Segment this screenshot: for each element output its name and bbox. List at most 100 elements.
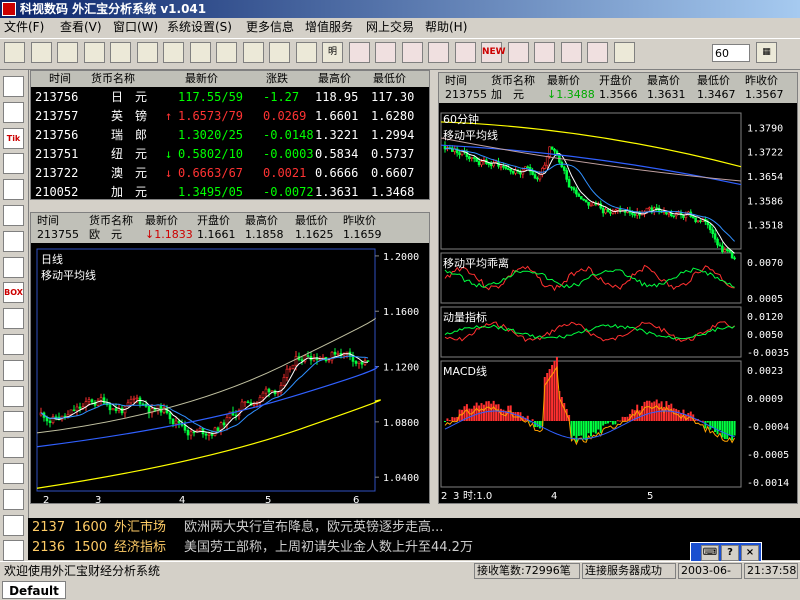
cad-candle: [694, 217, 697, 222]
macd-bar: [480, 403, 483, 421]
macd-bar: [587, 421, 590, 434]
eur-xtick-label: 3: [95, 495, 101, 504]
up-arrow-icon[interactable]: [375, 42, 396, 63]
settings-icon[interactable]: [613, 42, 635, 63]
window-icon[interactable]: [242, 42, 264, 63]
menu-view[interactable]: 查看(V): [60, 18, 102, 37]
print-preview-icon[interactable]: [163, 42, 184, 63]
macd-bar: [580, 421, 583, 436]
news-item[interactable]: 2137 1600 外汇市场 欧洲两大央行宣布降息，欧元英镑逐步走高...: [28, 518, 800, 538]
menu-online-trade[interactable]: 网上交易: [366, 18, 414, 37]
tik-icon[interactable]: Tik: [3, 127, 24, 149]
frame-icon[interactable]: [587, 42, 608, 63]
table-icon[interactable]: [401, 42, 423, 63]
eur-candle: [186, 429, 190, 436]
col-high[interactable]: 最高价: [318, 71, 351, 87]
new-badge-icon[interactable]: NEW: [481, 42, 506, 63]
quote-row[interactable]: 213756 瑞 郎 1.3020/25 -0.0148 1.3221 1.2994: [31, 126, 429, 145]
cad-candle: [584, 199, 588, 203]
bar-chart-icon[interactable]: [3, 514, 24, 536]
copy-icon[interactable]: [83, 42, 105, 63]
quote-arrow: ↓: [165, 147, 173, 161]
eur-xtick-label: 2: [43, 495, 49, 504]
triangle-icon[interactable]: [3, 256, 24, 278]
minus-icon[interactable]: [3, 463, 24, 484]
tab-default[interactable]: Default: [2, 581, 66, 599]
cad-candle: [589, 204, 593, 207]
ming-icon[interactable]: 明: [322, 42, 343, 63]
zoom-in-icon[interactable]: [3, 385, 24, 407]
save-icon[interactable]: [57, 42, 78, 63]
eur-candle: [174, 420, 178, 425]
cad-multi-chart[interactable]: 1.3790 1.3722 1.3654 1.3586 1.3518 0.0070 0.00…: [439, 103, 798, 504]
close-icon[interactable]: ×: [741, 545, 759, 561]
zoom-out-icon[interactable]: [3, 411, 24, 433]
quote-row[interactable]: 213756 日 元 117.55/59 -1.27 118.95 117.30: [31, 88, 429, 107]
eur-candle: [120, 407, 124, 414]
eur-candle: [327, 359, 331, 362]
chart-icon[interactable]: [3, 488, 24, 510]
buy-icon[interactable]: [507, 42, 529, 63]
quote-last: 1.6573/79: [178, 109, 244, 123]
col-change[interactable]: 涨跌: [266, 71, 288, 87]
cad-candle: [548, 146, 551, 157]
keyboard-icon[interactable]: ⌨: [701, 545, 719, 561]
period-select[interactable]: 60: [712, 44, 750, 62]
trend-icon[interactable]: [3, 153, 24, 175]
plus-icon[interactable]: [3, 437, 24, 459]
sell-icon[interactable]: [534, 42, 555, 63]
quote-row[interactable]: 213751 纽 元 ↓ 0.5802/10 -0.0003 0.5834 0.5737: [31, 145, 429, 164]
news-item[interactable]: 2136 1500 经济指标 美国劳工部称，上周初请失业金人数上升至44.2万: [28, 538, 800, 558]
delete-icon[interactable]: [189, 42, 211, 63]
zoom-icon[interactable]: [454, 42, 476, 63]
grid-view-icon[interactable]: ▦: [756, 42, 777, 63]
paste-icon[interactable]: [110, 42, 131, 63]
macd-bar: [611, 421, 614, 425]
clock-icon[interactable]: [428, 42, 449, 63]
grid-icon[interactable]: [295, 42, 317, 63]
quote-row[interactable]: 213757 英 镑 ↑ 1.6573/79 0.0269 1.6601 1.6280: [31, 107, 429, 126]
alert-icon[interactable]: [560, 42, 582, 63]
export-icon[interactable]: [216, 42, 237, 63]
cad-candle: [472, 157, 476, 159]
indicator-ytick-label: 0.0070: [747, 258, 783, 269]
list-icon[interactable]: [269, 42, 290, 63]
channel-icon[interactable]: [3, 179, 24, 201]
eur-candle: [156, 405, 160, 411]
menu-more-info[interactable]: 更多信息: [246, 18, 294, 37]
news-time: 1500: [74, 540, 108, 555]
open-icon[interactable]: [30, 42, 52, 63]
line-chart-icon[interactable]: [3, 540, 24, 562]
draw-ray-icon[interactable]: [3, 101, 24, 123]
quote-row[interactable]: 213722 澳 元 ↓ 0.6663/67 0.0021 0.6666 0.6607: [31, 164, 429, 183]
print-icon[interactable]: [136, 42, 158, 63]
eur-candle: [198, 428, 202, 431]
news-icon[interactable]: [348, 42, 370, 63]
fib-icon[interactable]: [3, 205, 24, 226]
new-icon[interactable]: [4, 42, 25, 63]
macd-bar: [731, 421, 734, 441]
draw-line-icon[interactable]: [3, 76, 24, 97]
delete-x-icon[interactable]: [3, 308, 24, 330]
menu-file[interactable]: 文件(F): [4, 18, 44, 37]
box-icon[interactable]: BOX: [3, 282, 24, 304]
menu-help[interactable]: 帮助(H): [425, 18, 467, 37]
menu-window[interactable]: 窗口(W): [113, 18, 158, 37]
macd-bar: [624, 416, 627, 421]
menu-settings[interactable]: 系统设置(S): [167, 18, 232, 37]
app-icon[interactable]: [2, 2, 16, 16]
menu-value-added[interactable]: 增值服务: [305, 18, 353, 37]
indicator-icon[interactable]: [3, 359, 24, 381]
help-icon[interactable]: ?: [721, 545, 739, 561]
info-header-6: 昨收价: [745, 74, 778, 87]
col-name[interactable]: 货币名称: [91, 71, 135, 87]
quote-row[interactable]: 210052 加 元 1.3495/05 -0.0072 1.3631 1.3468: [31, 183, 429, 199]
cad-candle: [565, 170, 568, 180]
col-low[interactable]: 最低价: [373, 71, 406, 87]
arrow-icon[interactable]: [3, 230, 24, 252]
cad-candle: [645, 207, 649, 213]
eraser-icon[interactable]: [3, 334, 24, 355]
quote-arrow: ↓: [165, 166, 173, 180]
col-last[interactable]: 最新价: [185, 71, 218, 87]
col-time[interactable]: 时间: [49, 71, 71, 87]
